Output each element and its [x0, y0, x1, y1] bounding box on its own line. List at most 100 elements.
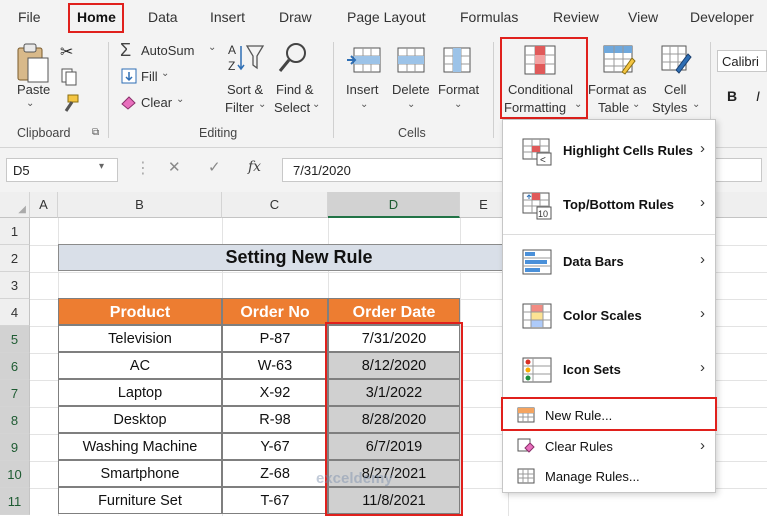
delete-chevron-icon[interactable]: ⌄	[407, 99, 415, 110]
menu-item-manage-rules[interactable]: Manage Rules...	[503, 461, 715, 491]
fill-label[interactable]: Fill	[141, 69, 158, 84]
table-cell-product[interactable]: Furniture Set	[58, 487, 222, 514]
menu-item-highlight-cells-rules[interactable]: < Highlight Cells Rules ›	[503, 125, 715, 179]
column-header[interactable]: A	[30, 192, 58, 218]
sort-filter-label-2[interactable]: Filter	[225, 100, 254, 115]
insert-cells-icon[interactable]	[346, 46, 382, 77]
find-select-icon[interactable]	[277, 40, 311, 79]
tab-review[interactable]: Review	[553, 9, 599, 25]
find-select-label-1[interactable]: Find &	[276, 82, 314, 97]
format-as-table-chevron-icon[interactable]: ⌄	[632, 99, 640, 110]
cut-icon[interactable]: ✂	[60, 42, 73, 62]
table-cell-order-no[interactable]: X-92	[222, 379, 328, 406]
clear-chevron-icon[interactable]: ⌄	[176, 94, 184, 105]
tab-data[interactable]: Data	[148, 9, 178, 25]
bold-button[interactable]: B	[727, 88, 737, 104]
table-cell-order-no[interactable]: P-87	[222, 325, 328, 352]
find-select-label-2[interactable]: Select	[274, 100, 310, 115]
sort-filter-icon[interactable]: A Z	[226, 40, 266, 79]
tab-draw[interactable]: Draw	[279, 9, 312, 25]
row-header[interactable]: 4	[0, 299, 30, 326]
menu-item-top-bottom-rules[interactable]: 10 Top/Bottom Rules ›	[503, 179, 715, 233]
copy-icon[interactable]	[60, 67, 84, 90]
dialog-launcher-icon[interactable]: ⧉	[92, 127, 99, 138]
table-cell-product[interactable]: Smartphone	[58, 460, 222, 487]
sort-filter-chevron-icon[interactable]: ⌄	[258, 99, 266, 110]
table-cell-order-no[interactable]: Z-68	[222, 460, 328, 487]
autosum-label[interactable]: AutoSum	[141, 43, 194, 58]
table-cell-order-no[interactable]: R-98	[222, 406, 328, 433]
table-header-order-date[interactable]: Order Date	[328, 298, 460, 325]
table-cell-product[interactable]: Television	[58, 325, 222, 352]
tab-developer[interactable]: Developer	[690, 9, 754, 25]
clear-label[interactable]: Clear	[141, 95, 172, 110]
format-chevron-icon[interactable]: ⌄	[454, 99, 462, 110]
table-cell-product[interactable]: Washing Machine	[58, 433, 222, 460]
tab-insert[interactable]: Insert	[210, 9, 245, 25]
cell-styles-label-2[interactable]: Styles	[652, 100, 687, 115]
cancel-icon[interactable]: ✕	[168, 158, 181, 176]
table-cell-product[interactable]: AC	[58, 352, 222, 379]
cell-styles-icon[interactable]	[660, 44, 692, 79]
fill-chevron-icon[interactable]: ⌄	[161, 68, 169, 79]
sheet-title-cell[interactable]: Setting New Rule	[58, 244, 540, 271]
cell-styles-label-1[interactable]: Cell	[664, 82, 686, 97]
row-header[interactable]: 1	[0, 218, 30, 245]
name-box-chevron-icon[interactable]: ▾	[99, 161, 104, 172]
delete-cells-label[interactable]: Delete	[392, 82, 430, 97]
font-name-box[interactable]: Calibri	[717, 50, 767, 72]
insert-cells-label[interactable]: Insert	[346, 82, 379, 97]
submenu-chevron-icon: ›	[700, 140, 705, 157]
row-header-selected[interactable]: 11	[0, 488, 30, 515]
table-header-order-no[interactable]: Order No	[222, 298, 328, 325]
insert-function-icon[interactable]: fx	[248, 159, 261, 175]
menu-item-clear-rules[interactable]: Clear Rules ›	[503, 431, 715, 461]
row-header-selected[interactable]: 10	[0, 461, 30, 488]
format-as-table-label-1[interactable]: Format as	[588, 82, 647, 97]
table-cell-order-no[interactable]: T-67	[222, 487, 328, 514]
table-cell-order-no[interactable]: W-63	[222, 352, 328, 379]
tab-formulas[interactable]: Formulas	[460, 9, 518, 25]
menu-item-icon-sets[interactable]: Icon Sets ›	[503, 344, 715, 398]
row-header-selected[interactable]: 9	[0, 434, 30, 461]
format-painter-icon[interactable]	[58, 93, 82, 118]
data-bars-label: Data Bars	[563, 254, 624, 269]
tab-page-layout[interactable]: Page Layout	[347, 9, 426, 25]
tab-file[interactable]: File	[18, 9, 41, 25]
format-as-table-icon[interactable]	[602, 44, 636, 79]
enter-icon[interactable]: ✓	[208, 158, 221, 176]
format-cells-label[interactable]: Format	[438, 82, 479, 97]
autosum-chevron-icon[interactable]: ⌄	[208, 42, 216, 53]
column-header[interactable]: B	[58, 192, 222, 218]
cell-styles-chevron-icon[interactable]: ⌄	[692, 99, 700, 110]
column-header[interactable]: E	[460, 192, 508, 218]
row-header-selected[interactable]: 8	[0, 407, 30, 434]
eraser-icon[interactable]	[120, 94, 138, 113]
table-header-product[interactable]: Product	[58, 298, 222, 325]
table-cell-product[interactable]: Desktop	[58, 406, 222, 433]
table-cell-order-no[interactable]: Y-67	[222, 433, 328, 460]
menu-item-color-scales[interactable]: Color Scales ›	[503, 290, 715, 344]
menu-item-data-bars[interactable]: Data Bars ›	[503, 236, 715, 290]
column-header-selected[interactable]: D	[328, 192, 460, 218]
autosum-icon[interactable]: Σ	[120, 40, 131, 61]
row-header-selected[interactable]: 7	[0, 380, 30, 407]
paste-chevron-icon[interactable]: ⌄	[26, 98, 34, 109]
format-cells-icon[interactable]	[442, 46, 472, 77]
paste-label: Paste	[17, 82, 51, 97]
column-header[interactable]: C	[222, 192, 328, 218]
sort-filter-label-1[interactable]: Sort &	[227, 82, 263, 97]
row-header[interactable]: 2	[0, 245, 30, 272]
italic-button[interactable]: I	[756, 88, 760, 104]
row-header-selected[interactable]: 5	[0, 326, 30, 353]
select-all-corner[interactable]: ◢	[0, 192, 30, 218]
fill-icon[interactable]	[121, 68, 137, 87]
insert-chevron-icon[interactable]: ⌄	[360, 99, 368, 110]
format-as-table-label-2[interactable]: Table	[598, 100, 629, 115]
row-header-selected[interactable]: 6	[0, 353, 30, 380]
tab-view[interactable]: View	[628, 9, 658, 25]
find-select-chevron-icon[interactable]: ⌄	[312, 99, 320, 110]
table-cell-product[interactable]: Laptop	[58, 379, 222, 406]
delete-cells-icon[interactable]	[396, 46, 426, 77]
row-header[interactable]: 3	[0, 272, 30, 299]
